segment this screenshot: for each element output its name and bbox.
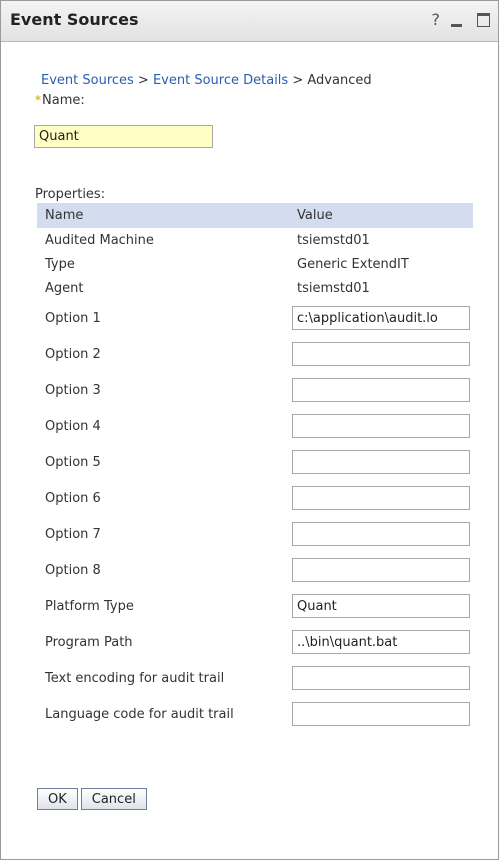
option-3-input[interactable] [292,378,470,402]
property-name: Option 3 [45,382,101,398]
name-input[interactable] [34,125,213,148]
property-name: Audited Machine [45,232,154,248]
property-value: tsiemstd01 [297,232,370,248]
property-value-cell [289,480,473,516]
property-value: Generic ExtendIT [297,256,409,272]
breadcrumb-separator: > [288,73,308,88]
property-value-cell [289,372,473,408]
table-row: Type Generic ExtendIT [37,252,473,276]
name-label-text: Name: [42,93,85,108]
maximize-icon[interactable] [477,13,490,27]
table-row: Platform Type [37,588,473,624]
property-value-cell [289,516,473,552]
table-row: Option 2 [37,336,473,372]
property-name: Option 7 [45,526,101,542]
property-value-cell [289,624,473,660]
property-name: Type [45,256,75,272]
table-row: Option 7 [37,516,473,552]
column-header-value: Value [289,203,473,228]
table-row: Option 3 [37,372,473,408]
window-title: Event Sources [10,10,139,29]
table-row: Audited Machine tsiemstd01 [37,228,473,252]
breadcrumb-separator: > [133,73,153,88]
minimize-icon[interactable] [451,24,462,27]
breadcrumb-event-sources[interactable]: Event Sources [41,73,134,88]
cancel-button[interactable]: Cancel [80,788,147,810]
form-buttons: OK Cancel [37,788,150,810]
text-encoding-input[interactable] [292,666,470,690]
property-value: tsiemstd01 [297,280,370,296]
option-6-input[interactable] [292,486,470,510]
table-row: Option 1 [37,300,473,336]
ok-button[interactable]: OK [37,788,78,810]
properties-table: Name Value Audited Machine tsiemstd01 Ty… [37,203,473,732]
property-name: Agent [45,280,84,296]
property-name: Option 4 [45,418,101,434]
language-code-input[interactable] [292,702,470,726]
name-label: *Name: [35,93,85,108]
property-value-cell [289,552,473,588]
property-value-cell [289,696,473,732]
help-icon[interactable]: ? [432,10,441,29]
option-2-input[interactable] [292,342,470,366]
platform-type-input[interactable] [292,594,470,618]
property-value-cell [289,444,473,480]
portlet-window: Event Sources ? Event Sources > Event So… [0,0,499,860]
property-name: Option 2 [45,346,101,362]
option-1-input[interactable] [292,306,470,330]
table-row: Text encoding for audit trail [37,660,473,696]
option-5-input[interactable] [292,450,470,474]
property-name: Language code for audit trail [45,706,234,722]
breadcrumb-current: Advanced [307,73,372,88]
table-row: Option 4 [37,408,473,444]
table-row: Agent tsiemstd01 [37,276,473,300]
property-value-cell [289,408,473,444]
properties-label: Properties: [35,187,106,202]
property-name: Option 5 [45,454,101,470]
property-value-cell [289,660,473,696]
property-name: Platform Type [45,598,134,614]
property-name: Option 8 [45,562,101,578]
property-name: Program Path [45,634,133,650]
property-name: Option 6 [45,490,101,506]
table-row: Option 8 [37,552,473,588]
property-value-cell [289,336,473,372]
option-8-input[interactable] [292,558,470,582]
table-row: Option 6 [37,480,473,516]
breadcrumb: Event Sources > Event Source Details > A… [41,73,372,88]
property-value-cell [289,300,473,336]
table-row: Option 5 [37,444,473,480]
option-4-input[interactable] [292,414,470,438]
table-header-row: Name Value [37,203,473,228]
option-7-input[interactable] [292,522,470,546]
program-path-input[interactable] [292,630,470,654]
property-value-cell [289,588,473,624]
title-bar: Event Sources ? [1,1,498,42]
column-header-name: Name [37,203,289,228]
breadcrumb-event-source-details[interactable]: Event Source Details [153,73,288,88]
table-row: Program Path [37,624,473,660]
required-icon: * [35,93,41,107]
property-name: Text encoding for audit trail [45,670,225,686]
property-name: Option 1 [45,310,101,326]
table-row: Language code for audit trail [37,696,473,732]
